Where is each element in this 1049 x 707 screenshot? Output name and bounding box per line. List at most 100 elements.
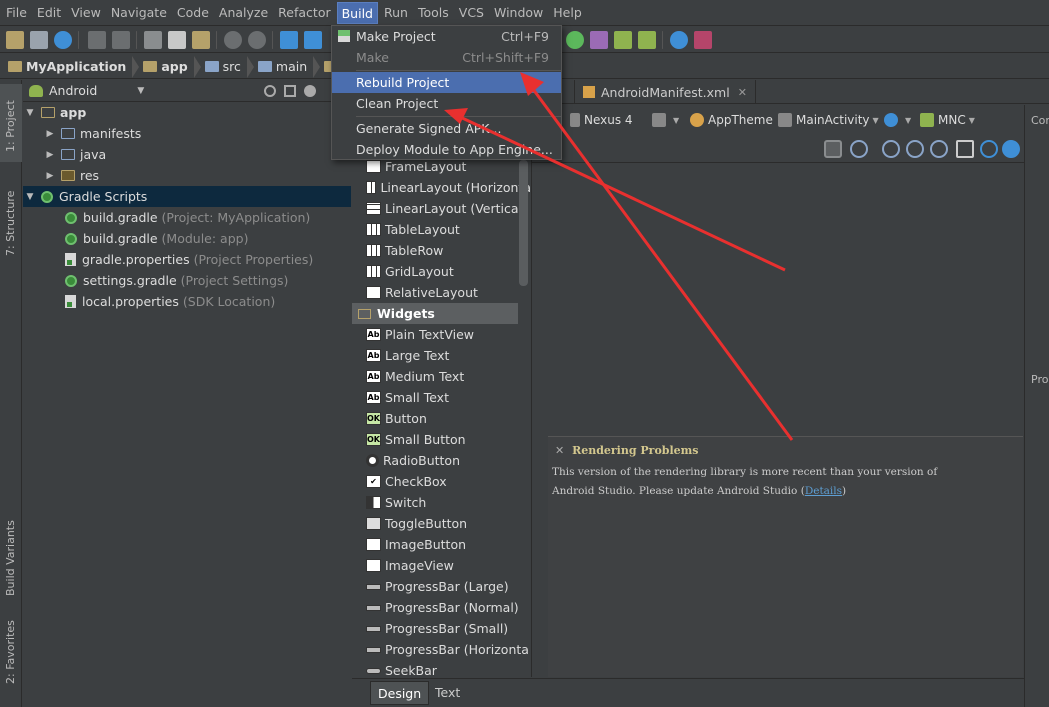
- tree-node-app[interactable]: ▼ app: [23, 102, 351, 123]
- locale-selector[interactable]: ▼: [884, 111, 911, 129]
- palette-scrollbar[interactable]: [519, 160, 528, 286]
- menu-file[interactable]: File: [2, 2, 31, 24]
- palette-item[interactable]: TableLayout: [352, 219, 531, 240]
- theme-selector[interactable]: AppTheme: [690, 111, 773, 129]
- save-icon[interactable]: [30, 31, 48, 49]
- palette-item[interactable]: ImageView: [352, 555, 531, 576]
- palette-group-widgets[interactable]: Widgets: [352, 303, 518, 324]
- device-selector[interactable]: Nexus 4: [570, 111, 633, 129]
- device-icon[interactable]: [694, 31, 712, 49]
- palette-item[interactable]: ProgressBar (Large): [352, 576, 531, 597]
- cut-icon[interactable]: [144, 31, 162, 49]
- settings-icon[interactable]: [1002, 140, 1020, 158]
- menu-tools[interactable]: Tools: [414, 2, 453, 24]
- close-icon[interactable]: ✕: [738, 86, 747, 99]
- palette-item[interactable]: TableRow: [352, 240, 531, 261]
- tab-favorites[interactable]: 2: Favorites: [0, 614, 22, 704]
- sync-icon[interactable]: [54, 31, 72, 49]
- menu-edit[interactable]: Edit: [33, 2, 65, 24]
- component-tree-tab[interactable]: Com: [1031, 114, 1049, 127]
- help-icon[interactable]: [670, 31, 688, 49]
- menu-item-clean-project[interactable]: Clean Project: [332, 93, 561, 114]
- back-icon[interactable]: [280, 31, 298, 49]
- tree-node-settings-gradle[interactable]: settings.gradle (Project Settings): [23, 270, 351, 291]
- sdk-manager-icon[interactable]: [614, 31, 632, 49]
- tab-build-variants[interactable]: Build Variants: [0, 504, 22, 604]
- breadcrumb-item[interactable]: main: [257, 55, 321, 78]
- refresh-icon[interactable]: [980, 140, 998, 158]
- tree-node-java[interactable]: ▶ java: [23, 144, 351, 165]
- project-view-selector[interactable]: Android ▼: [23, 80, 351, 102]
- replace-icon[interactable]: [248, 31, 266, 49]
- tab-project[interactable]: 1: Project: [0, 84, 22, 162]
- avd-manager-icon[interactable]: [590, 31, 608, 49]
- actual-size-icon[interactable]: [850, 140, 868, 158]
- collapse-all-icon[interactable]: [284, 84, 297, 97]
- tab-android-manifest[interactable]: AndroidManifest.xml ✕: [574, 80, 756, 104]
- tree-node-gradle-scripts[interactable]: ▼ Gradle Scripts: [23, 186, 351, 207]
- find-icon[interactable]: [224, 31, 242, 49]
- palette-item[interactable]: Ab Medium Text: [352, 366, 531, 387]
- palette-item[interactable]: ProgressBar (Small): [352, 618, 531, 639]
- menu-item-make[interactable]: Make Ctrl+Shift+F9: [332, 47, 561, 68]
- menu-run[interactable]: Run: [380, 2, 412, 24]
- zoom-in-icon[interactable]: [882, 140, 900, 158]
- details-link[interactable]: Details: [805, 485, 842, 497]
- menu-view[interactable]: View: [67, 2, 105, 24]
- tree-node-build-gradle-project[interactable]: build.gradle (Project: MyApplication): [23, 207, 351, 228]
- zoom-fit-screen-icon[interactable]: [930, 140, 948, 158]
- palette-item[interactable]: Ab Plain TextView: [352, 324, 531, 345]
- menu-item-deploy-app-engine[interactable]: Deploy Module to App Engine...: [332, 139, 561, 160]
- menu-item-generate-signed-apk[interactable]: Generate Signed APK...: [332, 118, 561, 139]
- tree-node-res[interactable]: ▶ res: [23, 165, 351, 186]
- tree-node-gradle-properties[interactable]: gradle.properties (Project Properties): [23, 249, 351, 270]
- redo-icon[interactable]: [112, 31, 130, 49]
- palette-item[interactable]: Ab Large Text: [352, 345, 531, 366]
- menu-help[interactable]: Help: [549, 2, 586, 24]
- breadcrumb-item[interactable]: src: [204, 55, 254, 78]
- menu-item-make-project[interactable]: Make Project Ctrl+F9: [332, 26, 561, 47]
- zoom-out-icon[interactable]: [906, 140, 924, 158]
- palette-item[interactable]: ToggleButton: [352, 513, 531, 534]
- tab-design[interactable]: Design: [370, 681, 430, 705]
- tab-text[interactable]: Text: [428, 681, 467, 705]
- menu-window[interactable]: Window: [490, 2, 547, 24]
- forward-icon[interactable]: [304, 31, 322, 49]
- activity-selector[interactable]: MainActivity ▼: [778, 111, 879, 129]
- tree-node-manifests[interactable]: ▶ manifests: [23, 123, 351, 144]
- palette-item[interactable]: ProgressBar (Normal): [352, 597, 531, 618]
- menu-build[interactable]: Build: [336, 1, 378, 24]
- android-monitor-icon[interactable]: [638, 31, 656, 49]
- menu-refactor[interactable]: Refactor: [274, 2, 334, 24]
- close-icon[interactable]: ✕: [555, 444, 564, 457]
- menu-item-rebuild-project[interactable]: Rebuild Project: [332, 72, 561, 93]
- palette-item[interactable]: LinearLayout (Vertical): [352, 198, 531, 219]
- palette-item[interactable]: SeekBar: [352, 660, 531, 677]
- palette-item[interactable]: Ab Small Text: [352, 387, 531, 408]
- paste-icon[interactable]: [192, 31, 210, 49]
- api-level-selector[interactable]: MNC ▼: [920, 111, 975, 129]
- palette-item[interactable]: ProgressBar (Horizonta: [352, 639, 531, 660]
- scroll-from-source-icon[interactable]: [264, 84, 277, 97]
- open-folder-icon[interactable]: [6, 31, 24, 49]
- palette-item[interactable]: OK Small Button: [352, 429, 531, 450]
- orientation-selector[interactable]: ▼: [652, 111, 679, 129]
- palette-item[interactable]: Switch: [352, 492, 531, 513]
- menu-analyze[interactable]: Analyze: [215, 2, 272, 24]
- palette-item[interactable]: RelativeLayout: [352, 282, 531, 303]
- palette-item[interactable]: GridLayout: [352, 261, 531, 282]
- tree-node-build-gradle-module[interactable]: build.gradle (Module: app): [23, 228, 351, 249]
- copy-icon[interactable]: [168, 31, 186, 49]
- menu-code[interactable]: Code: [173, 2, 213, 24]
- gear-icon[interactable]: [304, 84, 317, 97]
- palette-item[interactable]: ImageButton: [352, 534, 531, 555]
- palette-item[interactable]: OK Button: [352, 408, 531, 429]
- palette-item[interactable]: RadioButton: [352, 450, 531, 471]
- palette-item[interactable]: LinearLayout (Horizonta: [352, 177, 531, 198]
- breadcrumb-item[interactable]: app: [143, 55, 201, 78]
- menu-vcs[interactable]: VCS: [455, 2, 488, 24]
- properties-tab[interactable]: Pro: [1031, 373, 1048, 386]
- breadcrumb-item[interactable]: MyApplication: [8, 55, 140, 78]
- document-icon[interactable]: [956, 140, 974, 158]
- palette-item[interactable]: ✔ CheckBox: [352, 471, 531, 492]
